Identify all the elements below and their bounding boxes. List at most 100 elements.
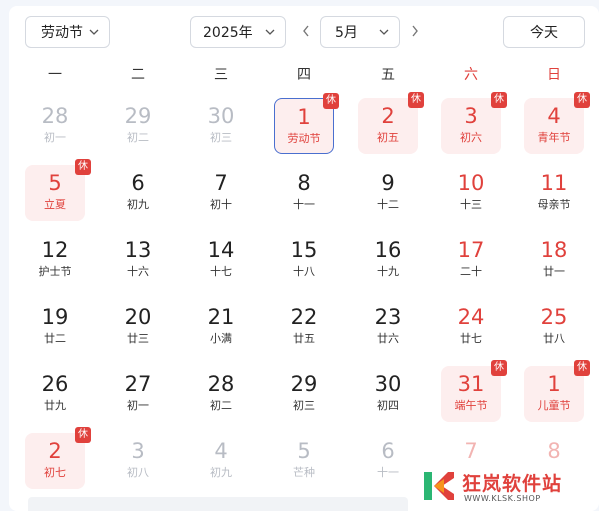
day-cell[interactable]: 4 青年节休: [524, 92, 590, 154]
day-number: 24: [457, 305, 485, 329]
weekday-label: 四: [297, 67, 311, 83]
rest-day-badge: 休: [408, 92, 424, 108]
lunar-label: 廿七: [460, 332, 482, 345]
lunar-label: 初三: [210, 131, 232, 144]
lunar-label: 廿六: [377, 332, 399, 345]
day-cell[interactable]: 13 十六: [108, 232, 168, 288]
day-cell[interactable]: 25 廿八: [524, 299, 584, 355]
lunar-label: 十三: [460, 198, 482, 211]
day-number: 17: [457, 238, 485, 262]
day-number: 14: [207, 238, 235, 262]
rest-day-badge: 休: [491, 360, 507, 376]
day-cell[interactable]: 9 十二: [358, 165, 418, 221]
weekday-label: 三: [214, 67, 228, 83]
lunar-label: 廿一: [543, 265, 565, 278]
day-cell[interactable]: 27 初一: [108, 366, 168, 422]
day-cell[interactable]: 6 十一: [358, 433, 418, 489]
watermark-title: 狂岚软件站: [462, 473, 563, 495]
day-cell[interactable]: 29 初二: [108, 98, 168, 154]
day-cell[interactable]: 2 初七休: [25, 427, 91, 489]
day-number: 25: [540, 305, 568, 329]
day-cell[interactable]: 12 护士节: [25, 232, 85, 288]
day-number: 30: [374, 372, 402, 396]
lunar-label: 立夏: [44, 198, 66, 211]
chevron-down-icon: [265, 29, 275, 35]
day-cell[interactable]: 15 十八: [274, 232, 334, 288]
lunar-label: 初三: [293, 399, 315, 412]
day-cell[interactable]: 30 初三: [191, 98, 251, 154]
lunar-label: 十七: [210, 265, 232, 278]
watermark: 狂岚软件站 WWW.KLSK.SHOP: [418, 466, 596, 506]
day-cell[interactable]: 14 十七: [191, 232, 251, 288]
lunar-label: 初二: [210, 399, 232, 412]
lunar-label: 初二: [127, 131, 149, 144]
day-number: 20: [124, 305, 152, 329]
month-select[interactable]: 5月: [320, 16, 400, 48]
day-number: 29: [124, 104, 152, 128]
day-cell[interactable]: 18 廿一: [524, 232, 584, 288]
lunar-label: 十一: [377, 466, 399, 479]
day-cell[interactable]: 31 端午节休: [441, 360, 507, 422]
weekday-label: 日: [547, 67, 561, 83]
day-cell[interactable]: 1 儿童节休: [524, 360, 590, 422]
year-select[interactable]: 2025年: [190, 16, 286, 48]
weekday-label: 二: [131, 67, 145, 83]
today-button[interactable]: 今天: [503, 16, 585, 48]
holiday-select[interactable]: 劳动节: [25, 16, 110, 48]
day-cell[interactable]: 17 二十: [441, 232, 501, 288]
day-cell[interactable]: 3 初八: [108, 433, 168, 489]
day-cell[interactable]: 16 十九: [358, 232, 418, 288]
day-cell[interactable]: 20 廿三: [108, 299, 168, 355]
day-cell[interactable]: 3 初六休: [441, 92, 507, 154]
lunar-label: 初四: [377, 399, 399, 412]
day-cell[interactable]: 6 初九: [108, 165, 168, 221]
day-number: 23: [374, 305, 402, 329]
rest-day-badge: 休: [323, 93, 339, 109]
day-cell[interactable]: 11 母亲节: [524, 165, 584, 221]
day-cell[interactable]: 10 十三: [441, 165, 501, 221]
rest-day-badge: 休: [574, 360, 590, 376]
day-cell[interactable]: 29 初三: [274, 366, 334, 422]
lunar-label: 十八: [293, 265, 315, 278]
lunar-label: 十一: [293, 198, 315, 211]
rest-day-badge: 休: [491, 92, 507, 108]
day-cell[interactable]: 7 初十: [191, 165, 251, 221]
day-cell[interactable]: 24 廿七: [441, 299, 501, 355]
day-cell[interactable]: 30 初四: [358, 366, 418, 422]
rest-day-badge: 休: [75, 427, 91, 443]
day-cell-selected[interactable]: 1 劳动节休: [274, 93, 339, 154]
next-month-button[interactable]: [407, 22, 423, 40]
day-cell[interactable]: 21 小满: [191, 299, 251, 355]
lunar-label: 小满: [210, 332, 232, 345]
lunar-label: 廿九: [44, 399, 66, 412]
day-cell[interactable]: 28 初一: [25, 98, 85, 154]
lunar-label: 十六: [127, 265, 149, 278]
day-cell[interactable]: 8 十一: [274, 165, 334, 221]
day-number: 7: [214, 171, 228, 195]
lunar-label: 二十: [460, 265, 482, 278]
day-cell[interactable]: 26 廿九: [25, 366, 85, 422]
prev-month-button[interactable]: [298, 22, 314, 40]
day-number: 9: [381, 171, 395, 195]
lunar-label: 初六: [460, 131, 482, 144]
day-cell[interactable]: 23 廿六: [358, 299, 418, 355]
day-number: 21: [207, 305, 235, 329]
day-number: 26: [41, 372, 69, 396]
day-number: 5: [297, 439, 311, 463]
day-cell[interactable]: 22 廿五: [274, 299, 334, 355]
chevron-down-icon: [379, 29, 389, 35]
day-cell[interactable]: 19 廿二: [25, 299, 85, 355]
day-number: 7: [464, 439, 478, 463]
lunar-label: 初一: [127, 399, 149, 412]
bottom-bar: [28, 497, 408, 511]
day-cell[interactable]: 4 初九: [191, 433, 251, 489]
day-cell[interactable]: 28 初二: [191, 366, 251, 422]
day-number: 18: [540, 238, 568, 262]
day-number: 8: [547, 439, 561, 463]
day-cell[interactable]: 2 初五休: [358, 92, 424, 154]
lunar-label: 护士节: [38, 265, 72, 278]
day-number: 28: [207, 372, 235, 396]
day-cell[interactable]: 5 立夏休: [25, 159, 91, 221]
month-select-value: 5月: [335, 25, 358, 41]
day-cell[interactable]: 5 芒种: [274, 433, 334, 489]
